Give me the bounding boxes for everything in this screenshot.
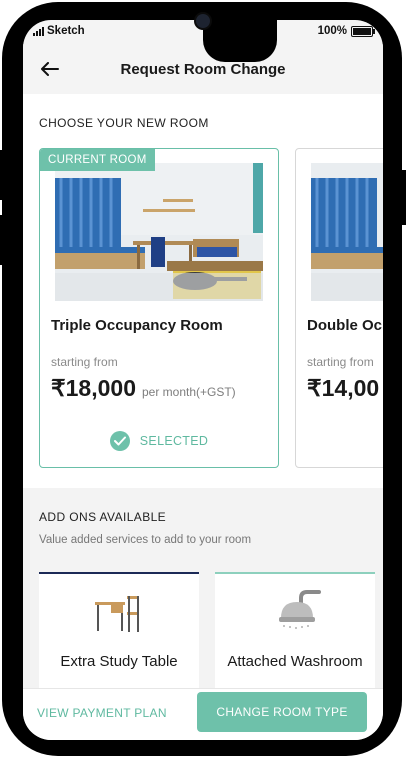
view-payment-plan-button[interactable]: VIEW PAYMENT PLAN (37, 706, 167, 720)
starting-from-label: starting from (307, 355, 374, 369)
study-table-icon (93, 592, 143, 639)
room-card-current[interactable]: CURRENT ROOM Triple Occupancy Room start… (39, 148, 279, 468)
current-room-badge: CURRENT ROOM (40, 149, 155, 171)
battery-percent: 100% (317, 25, 347, 37)
change-room-type-button[interactable]: CHANGE ROOM TYPE (197, 692, 367, 732)
main-content: CHOOSE YOUR NEW ROOM CURRENT ROOM Triple… (23, 94, 383, 688)
addon-card-study-table[interactable]: Extra Study Table (39, 572, 199, 688)
price-row: ₹18,000 per month(+GST) (51, 375, 236, 402)
room-photo (55, 163, 263, 301)
room-photo (311, 163, 383, 301)
bottom-action-bar: VIEW PAYMENT PLAN CHANGE ROOM TYPE (23, 688, 383, 740)
price-suffix: per month(+GST) (141, 385, 236, 399)
phone-mockup: Sketch 100% Request Room Change CHOOSE Y… (0, 0, 406, 760)
camera-icon (196, 14, 210, 28)
selected-label: SELECTED (139, 434, 209, 448)
addons-subtitle: Value added services to add to your room (39, 534, 252, 546)
check-icon (109, 431, 130, 451)
addons-section-title: ADD ONS AVAILABLE (39, 510, 167, 524)
addons-section: ADD ONS AVAILABLE Value added services t… (23, 488, 383, 688)
room-price: ₹18,000 (51, 375, 136, 401)
phone-side-button-right (402, 170, 406, 225)
carrier-name: Sketch (47, 25, 85, 37)
battery-info: 100% (317, 25, 375, 37)
starting-from-label: starting from (51, 355, 118, 369)
app-screen: Sketch 100% Request Room Change CHOOSE Y… (23, 20, 383, 740)
addon-name: Extra Study Table (60, 653, 178, 670)
room-price: ₹14,00 (307, 375, 380, 401)
room-name: Triple Occupancy Room (51, 317, 223, 334)
room-card-double[interactable]: Double Oc starting from ₹14,00 (295, 148, 383, 468)
shower-icon (267, 588, 323, 637)
app-header: Request Room Change (23, 44, 383, 94)
carrier-info: Sketch (33, 25, 85, 37)
price-row: ₹14,00 (307, 375, 379, 402)
room-name: Double Oc (307, 317, 383, 334)
addon-name: Attached Washroom (227, 653, 363, 670)
battery-icon (351, 25, 375, 37)
phone-notch (203, 20, 277, 62)
page-title: Request Room Change (120, 61, 286, 78)
selected-indicator: SELECTED (40, 431, 278, 451)
addon-card-washroom[interactable]: Attached Washroom (215, 572, 375, 688)
rooms-section-title: CHOOSE YOUR NEW ROOM (39, 116, 209, 130)
signal-icon (33, 26, 44, 36)
